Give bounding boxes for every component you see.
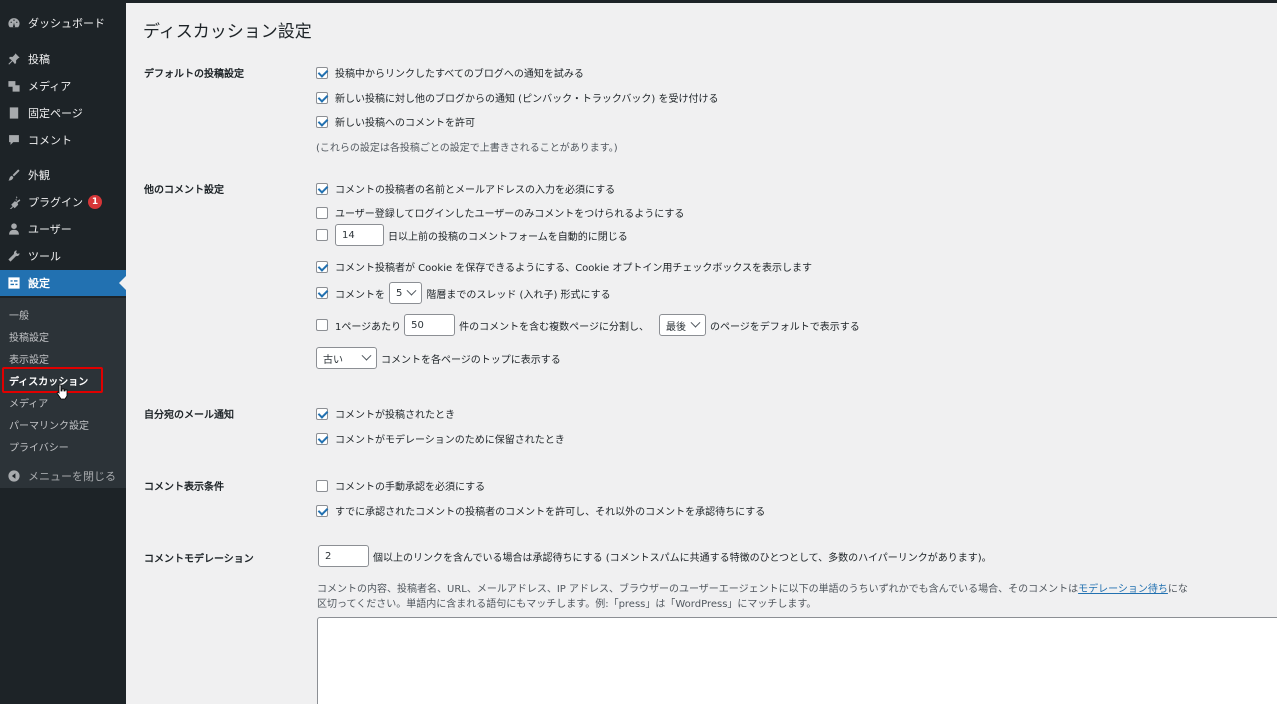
sidebar-item-label: 固定ページ xyxy=(28,107,83,120)
chevron-down-icon xyxy=(690,317,701,328)
section-label-default-post: デフォルトの投稿設定 xyxy=(144,69,244,80)
wrench-icon xyxy=(7,249,21,263)
chevron-down-icon xyxy=(406,285,417,296)
section-label-comment-appear: コメント表示条件 xyxy=(144,482,224,493)
checkbox[interactable] xyxy=(316,479,328,492)
moderation-links-input[interactable]: 2 xyxy=(318,545,369,567)
sidebar-item-label: ユーザー xyxy=(28,223,72,236)
pin-icon xyxy=(7,52,21,66)
option-cookie-optin[interactable]: コメント投稿者が Cookie を保存できるようにする、Cookie オプトイン… xyxy=(316,259,812,274)
submenu-media[interactable]: メディア xyxy=(9,395,48,410)
sidebar-item-label: 設定 xyxy=(28,277,50,290)
option-allow-comments[interactable]: 新しい投稿へのコメントを許可 xyxy=(316,114,475,129)
option-manual-approval[interactable]: コメントの手動承認を必須にする xyxy=(316,478,485,493)
option-close-comments[interactable]: 14 日以上前の投稿のコメントフォームを自動的に閉じる xyxy=(316,224,628,246)
sidebar-item-posts[interactable]: 投稿 xyxy=(0,47,126,71)
moderation-description: コメントの内容、投稿者名、URL、メールアドレス、IP アドレス、ブラウザーのユ… xyxy=(317,584,1188,595)
sidebar-item-label: メディア xyxy=(28,80,72,93)
checkbox[interactable] xyxy=(316,206,328,219)
thread-depth-select[interactable]: 5 xyxy=(389,282,423,304)
option-email-on-moderation[interactable]: コメントがモデレーションのために保留されたとき xyxy=(316,431,565,446)
checkbox[interactable] xyxy=(316,432,328,445)
plugin-update-badge: 1 xyxy=(88,195,102,209)
main-content: ディスカッション設定 デフォルトの投稿設定 投稿中からリンクしたすべてのブログへ… xyxy=(126,3,1277,704)
section-label-other-comment: 他のコメント設定 xyxy=(144,185,224,196)
option-previously-approved[interactable]: すでに承認されたコメントの投稿者のコメントを許可し、それ以外のコメントを承認待ち… xyxy=(316,503,765,518)
sidebar-item-label: 投稿 xyxy=(28,53,50,66)
sidebar-item-comments[interactable]: コメント xyxy=(0,128,126,152)
checkbox[interactable] xyxy=(316,287,328,299)
dashboard-icon xyxy=(7,16,21,30)
checkbox[interactable] xyxy=(316,229,328,241)
comment-order-select[interactable]: 古い xyxy=(316,347,377,369)
checkbox[interactable] xyxy=(316,91,328,104)
media-icon xyxy=(7,79,21,93)
option-require-name-email[interactable]: コメントの投稿者の名前とメールアドレスの入力を必須にする xyxy=(316,181,615,196)
user-icon xyxy=(7,222,21,236)
option-thread-comments[interactable]: コメントを 5 階層までのスレッド (入れ子) 形式にする xyxy=(316,282,611,304)
hand-cursor-icon xyxy=(56,384,68,400)
submenu-permalinks[interactable]: パーマリンク設定 xyxy=(9,417,89,432)
checkbox[interactable] xyxy=(316,319,328,331)
submenu-privacy[interactable]: プライバシー xyxy=(9,439,69,454)
sidebar-item-label: プラグイン xyxy=(28,196,83,209)
collapse-menu-button[interactable]: メニューを閉じる xyxy=(0,464,126,488)
section-label-moderation: コメントモデレーション xyxy=(144,554,254,565)
moderation-queue-link[interactable]: モデレーション待ち xyxy=(1078,584,1168,595)
checkbox[interactable] xyxy=(316,407,328,420)
close-days-input[interactable]: 14 xyxy=(335,224,384,246)
sidebar-item-tools[interactable]: ツール xyxy=(0,244,126,268)
brush-icon xyxy=(7,168,21,182)
admin-sidebar: ダッシュボード 投稿 メディア 固定ページ コメント 外観 プラグイン 1 ユー… xyxy=(0,3,126,704)
default-page-select[interactable]: 最後 xyxy=(658,314,706,336)
section-label-email: 自分宛のメール通知 xyxy=(144,410,234,421)
collapse-label: メニューを閉じる xyxy=(28,470,116,483)
checkbox[interactable] xyxy=(316,504,328,517)
checkbox[interactable] xyxy=(316,115,328,128)
checkbox[interactable] xyxy=(316,66,328,79)
sidebar-item-label: ツール xyxy=(28,250,61,263)
sidebar-item-appearance[interactable]: 外観 xyxy=(0,163,126,187)
comment-icon xyxy=(7,133,21,147)
comments-per-page-input[interactable]: 50 xyxy=(404,314,456,336)
page-icon xyxy=(7,106,21,120)
moderation-description-2: 区切ってください。単語内に含まれる語句にもマッチします。例:「press」は「W… xyxy=(317,599,817,610)
highlight-box xyxy=(2,367,103,393)
option-moderation-links: 2 個以上のリンクを含んでいる場合は承認待ちにする (コメントスパムに共通する特… xyxy=(318,545,992,567)
checkbox[interactable] xyxy=(316,260,328,273)
option-allow-pings[interactable]: 新しい投稿に対し他のブログからの通知 (ピンバック・トラックバック) を受け付け… xyxy=(316,90,718,105)
option-comment-order: 古い コメントを各ページのトップに表示する xyxy=(316,347,561,369)
option-paginate-comments[interactable]: 1ページあたり 50 件のコメントを含む複数ページに分割し、 最後 のページをデ… xyxy=(316,314,860,336)
chevron-down-icon xyxy=(361,350,372,361)
option-registration-required[interactable]: ユーザー登録してログインしたユーザーのみコメントをつけられるようにする xyxy=(316,205,684,220)
sidebar-item-label: コメント xyxy=(28,134,72,147)
submenu-general[interactable]: 一般 xyxy=(9,307,29,322)
page-title: ディスカッション設定 xyxy=(143,22,312,42)
settings-icon xyxy=(7,276,21,290)
sidebar-item-media[interactable]: メディア xyxy=(0,74,126,98)
plugin-icon xyxy=(7,195,21,209)
sidebar-item-dashboard[interactable]: ダッシュボード xyxy=(0,11,126,35)
submenu-reading[interactable]: 表示設定 xyxy=(9,351,49,366)
sidebar-item-pages[interactable]: 固定ページ xyxy=(0,101,126,125)
sidebar-item-label: 外観 xyxy=(28,169,50,182)
sidebar-item-users[interactable]: ユーザー xyxy=(0,217,126,241)
submenu-writing[interactable]: 投稿設定 xyxy=(9,329,49,344)
checkbox[interactable] xyxy=(316,182,328,195)
default-post-note: (これらの設定は各投稿ごとの設定で上書きされることがあります。) xyxy=(316,143,618,154)
collapse-icon xyxy=(7,469,21,483)
option-ping-blogs[interactable]: 投稿中からリンクしたすべてのブログへの通知を試みる xyxy=(316,65,584,80)
option-email-on-post[interactable]: コメントが投稿されたとき xyxy=(316,406,455,421)
sidebar-item-label: ダッシュボード xyxy=(28,17,105,30)
sidebar-item-settings[interactable]: 設定 xyxy=(0,270,126,296)
sidebar-item-plugins[interactable]: プラグイン 1 xyxy=(0,190,126,214)
moderation-keys-textarea[interactable] xyxy=(317,617,1277,704)
